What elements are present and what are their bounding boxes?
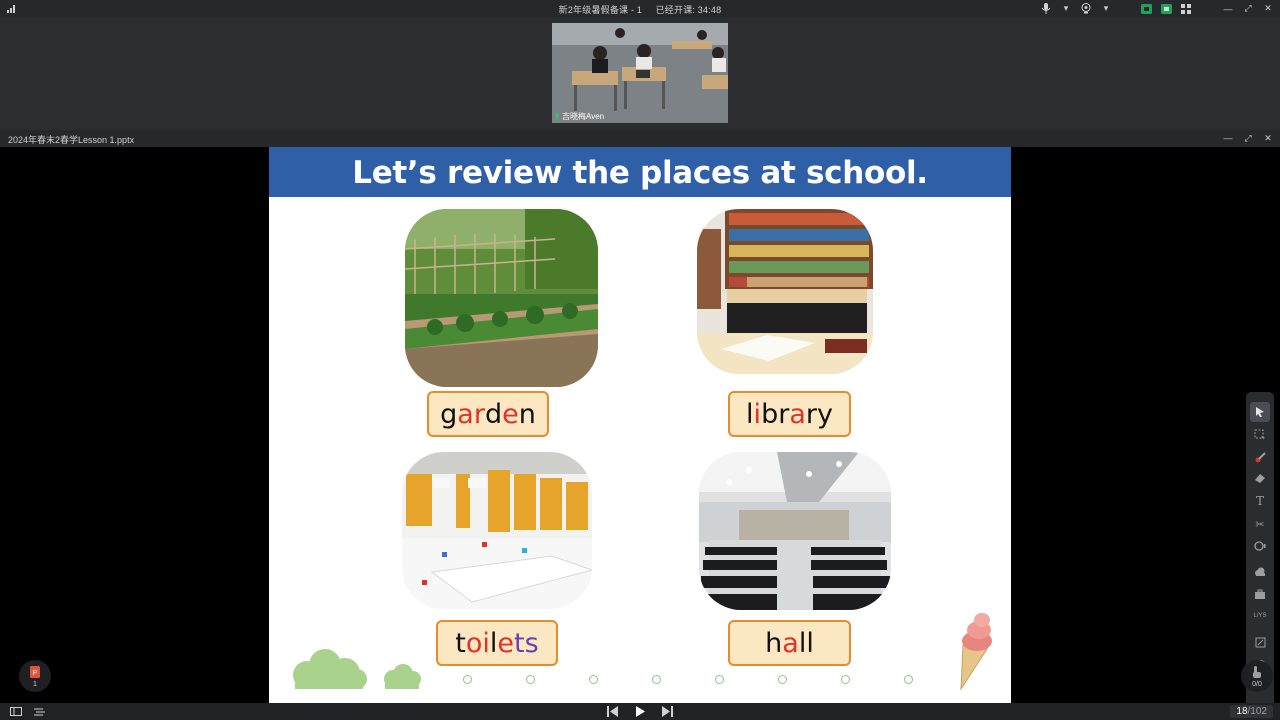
library-photo bbox=[697, 209, 873, 374]
small-bush-decoration bbox=[384, 664, 421, 689]
word-hall-segment: h bbox=[765, 628, 783, 659]
restore-icon[interactable]: ⤢ bbox=[1242, 3, 1254, 15]
garden-photo bbox=[405, 209, 598, 387]
word-garden-letters: garden bbox=[440, 393, 536, 436]
select-icon[interactable] bbox=[1250, 425, 1270, 445]
presentation-stage: Let’s review the places at school. garde… bbox=[0, 147, 1280, 710]
word-garden-segment: n bbox=[518, 399, 536, 430]
shape-icon[interactable] bbox=[1250, 536, 1270, 556]
chevron-down-icon[interactable]: ▾ bbox=[1060, 3, 1072, 15]
minimize-icon[interactable]: — bbox=[1222, 132, 1234, 144]
word-hall-letters: hall bbox=[765, 622, 814, 665]
classroom-video-frame bbox=[552, 23, 728, 123]
word-toilets-letters: toilets bbox=[455, 622, 538, 665]
participant-label: 吉晓梅Aven bbox=[554, 111, 604, 122]
document-bar: 2024年春末2春学Lesson 1.pptx — ⤢ ✕ bbox=[0, 130, 1280, 147]
pointer-icon[interactable] bbox=[1250, 402, 1270, 422]
microphone-icon[interactable] bbox=[1040, 3, 1052, 15]
word-toilets-segment: l bbox=[489, 628, 498, 659]
slide: Let’s review the places at school. garde… bbox=[269, 147, 1011, 703]
word-library-segment: ry bbox=[805, 399, 833, 430]
note-icon[interactable] bbox=[1250, 632, 1270, 652]
progress-dot bbox=[589, 675, 598, 684]
progress-dot bbox=[778, 675, 787, 684]
progress-dot bbox=[904, 675, 913, 684]
word-card-library[interactable]: library bbox=[728, 391, 851, 437]
word-card-toilets[interactable]: toilets bbox=[436, 620, 558, 666]
stats-value: 0/0 bbox=[1252, 681, 1262, 688]
word-garden-segment: ar bbox=[457, 399, 485, 430]
word-library-letters: library bbox=[746, 393, 833, 436]
answer-stats-button[interactable]: 0/0 bbox=[1241, 660, 1273, 692]
word-garden-segment: d bbox=[484, 399, 503, 430]
slide-count: 1 bbox=[33, 681, 37, 688]
count-icon[interactable]: L/YS bbox=[1250, 606, 1270, 626]
progress-dot bbox=[652, 675, 661, 684]
word-toilets-segment: ts bbox=[514, 628, 539, 659]
bottom-bar: 18/102 bbox=[0, 703, 1280, 720]
word-garden-segment: e bbox=[502, 399, 519, 430]
progress-dot bbox=[526, 675, 535, 684]
sidebar-toggle-icon[interactable] bbox=[10, 707, 22, 716]
mic-level-icon bbox=[555, 112, 559, 121]
close-icon[interactable]: ✕ bbox=[1262, 132, 1274, 144]
slide-header: Let’s review the places at school. bbox=[269, 147, 1011, 197]
participant-name: 吉晓梅Aven bbox=[562, 112, 605, 121]
progress-dot bbox=[463, 675, 472, 684]
word-library-segment: l bbox=[746, 399, 754, 430]
text-icon[interactable]: T bbox=[1250, 491, 1270, 511]
svg-text:P: P bbox=[33, 670, 38, 677]
document-filename: 2024年春末2春学Lesson 1.pptx bbox=[8, 135, 135, 145]
word-library-segment: a bbox=[789, 399, 806, 430]
notes-toggle-icon[interactable] bbox=[34, 707, 46, 716]
word-library-segment: i bbox=[753, 399, 762, 430]
grid-layout-icon[interactable] bbox=[1180, 3, 1192, 15]
toilets-photo bbox=[402, 452, 592, 609]
word-hall-segment: ll bbox=[798, 628, 814, 659]
progress-dot bbox=[715, 675, 724, 684]
camera-icon[interactable] bbox=[1080, 3, 1092, 15]
cloud-icon[interactable] bbox=[1250, 562, 1270, 582]
close-icon[interactable]: ✕ bbox=[1262, 3, 1274, 15]
hall-photo bbox=[699, 452, 891, 610]
eraser-icon[interactable] bbox=[1250, 468, 1270, 488]
video-strip: 吉晓梅Aven bbox=[0, 17, 1280, 130]
word-hall-segment: a bbox=[782, 628, 799, 659]
participant-video[interactable]: 吉晓梅Aven bbox=[552, 23, 728, 123]
chevron-down-icon[interactable]: ▾ bbox=[1100, 3, 1112, 15]
play-icon[interactable] bbox=[635, 706, 646, 717]
page-indicator[interactable]: 18/102 bbox=[1230, 705, 1273, 718]
window-title: 新2年级暑假备课 - 1 bbox=[558, 5, 643, 15]
previous-slide-icon[interactable] bbox=[606, 706, 620, 717]
restore-icon[interactable]: ⤢ bbox=[1242, 132, 1254, 144]
slide-thumbnails-button[interactable]: P 1 bbox=[19, 660, 51, 692]
next-slide-icon[interactable] bbox=[660, 706, 674, 717]
toolbox-icon[interactable] bbox=[1250, 584, 1270, 604]
word-toilets-segment: t bbox=[455, 628, 466, 659]
word-toilets-segment: e bbox=[497, 628, 515, 659]
total-pages: /102 bbox=[1247, 706, 1267, 717]
laser-icon[interactable] bbox=[1250, 448, 1270, 468]
scissors-icon[interactable]: ✂ bbox=[1250, 514, 1270, 534]
ice-cream-decoration bbox=[960, 613, 992, 691]
whiteboard-icon[interactable] bbox=[1160, 3, 1172, 15]
word-garden-segment: g bbox=[440, 399, 458, 430]
hand-icon bbox=[1253, 666, 1261, 678]
word-library-segment: br bbox=[761, 399, 790, 430]
progress-dot bbox=[841, 675, 850, 684]
class-timer: 已经开课: 34:48 bbox=[655, 5, 722, 15]
minimize-icon[interactable]: — bbox=[1222, 3, 1234, 15]
slide-title: Let’s review the places at school. bbox=[352, 155, 928, 191]
current-page: 18 bbox=[1236, 706, 1248, 717]
word-card-garden[interactable]: garden bbox=[427, 391, 549, 437]
bush-decoration bbox=[293, 649, 367, 689]
word-card-hall[interactable]: hall bbox=[728, 620, 851, 666]
share-screen-icon[interactable] bbox=[1140, 3, 1152, 15]
title-bar: 新2年级暑假备课 - 1 已经开课: 34:48 ▾ ▾ — ⤢ ✕ bbox=[0, 0, 1280, 17]
word-toilets-segment: oi bbox=[465, 628, 490, 659]
ppt-file-icon: P bbox=[30, 666, 40, 678]
